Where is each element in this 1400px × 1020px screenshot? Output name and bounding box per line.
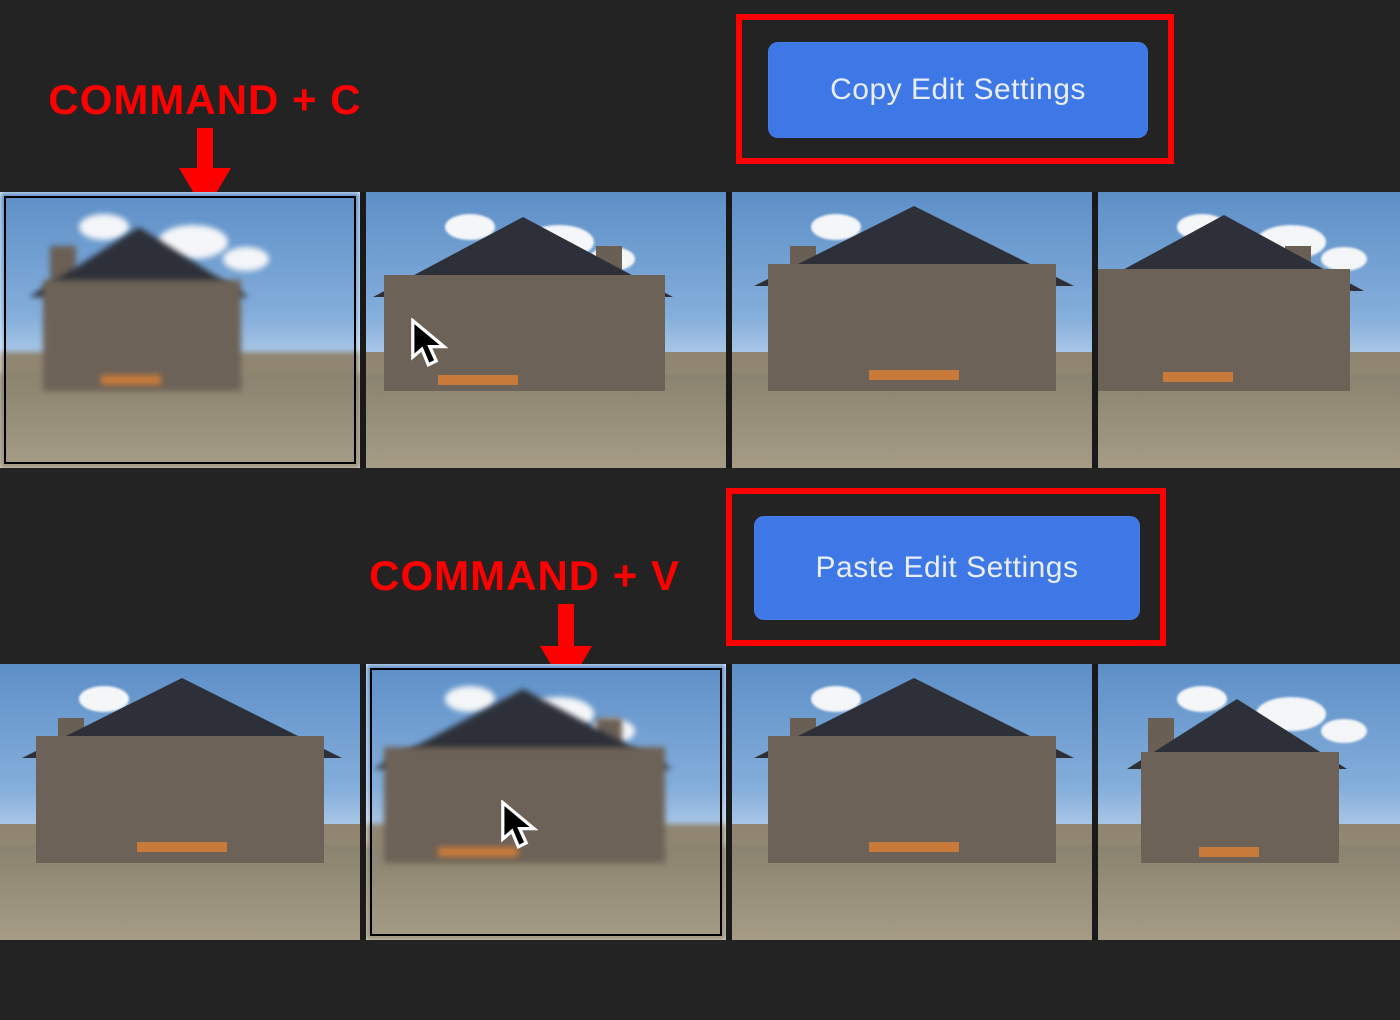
filmstrip-thumbnail[interactable] <box>732 192 1092 468</box>
filmstrip-thumbnail[interactable] <box>366 664 726 940</box>
filmstrip-thumbnail[interactable] <box>1098 192 1400 468</box>
filmstrip-bottom <box>0 664 1400 940</box>
paste-edit-settings-button[interactable]: Paste Edit Settings <box>754 516 1140 620</box>
annotation-copy-label: COMMAND + C <box>20 76 390 124</box>
filmstrip-thumbnail[interactable] <box>366 192 726 468</box>
filmstrip-thumbnail[interactable] <box>1098 664 1400 940</box>
copy-edit-settings-button[interactable]: Copy Edit Settings <box>768 42 1148 138</box>
filmstrip-thumbnail[interactable] <box>0 664 360 940</box>
filmstrip-thumbnail[interactable] <box>732 664 1092 940</box>
filmstrip-top <box>0 192 1400 468</box>
filmstrip-thumbnail[interactable] <box>0 192 360 468</box>
annotation-paste-label: COMMAND + V <box>290 552 710 600</box>
